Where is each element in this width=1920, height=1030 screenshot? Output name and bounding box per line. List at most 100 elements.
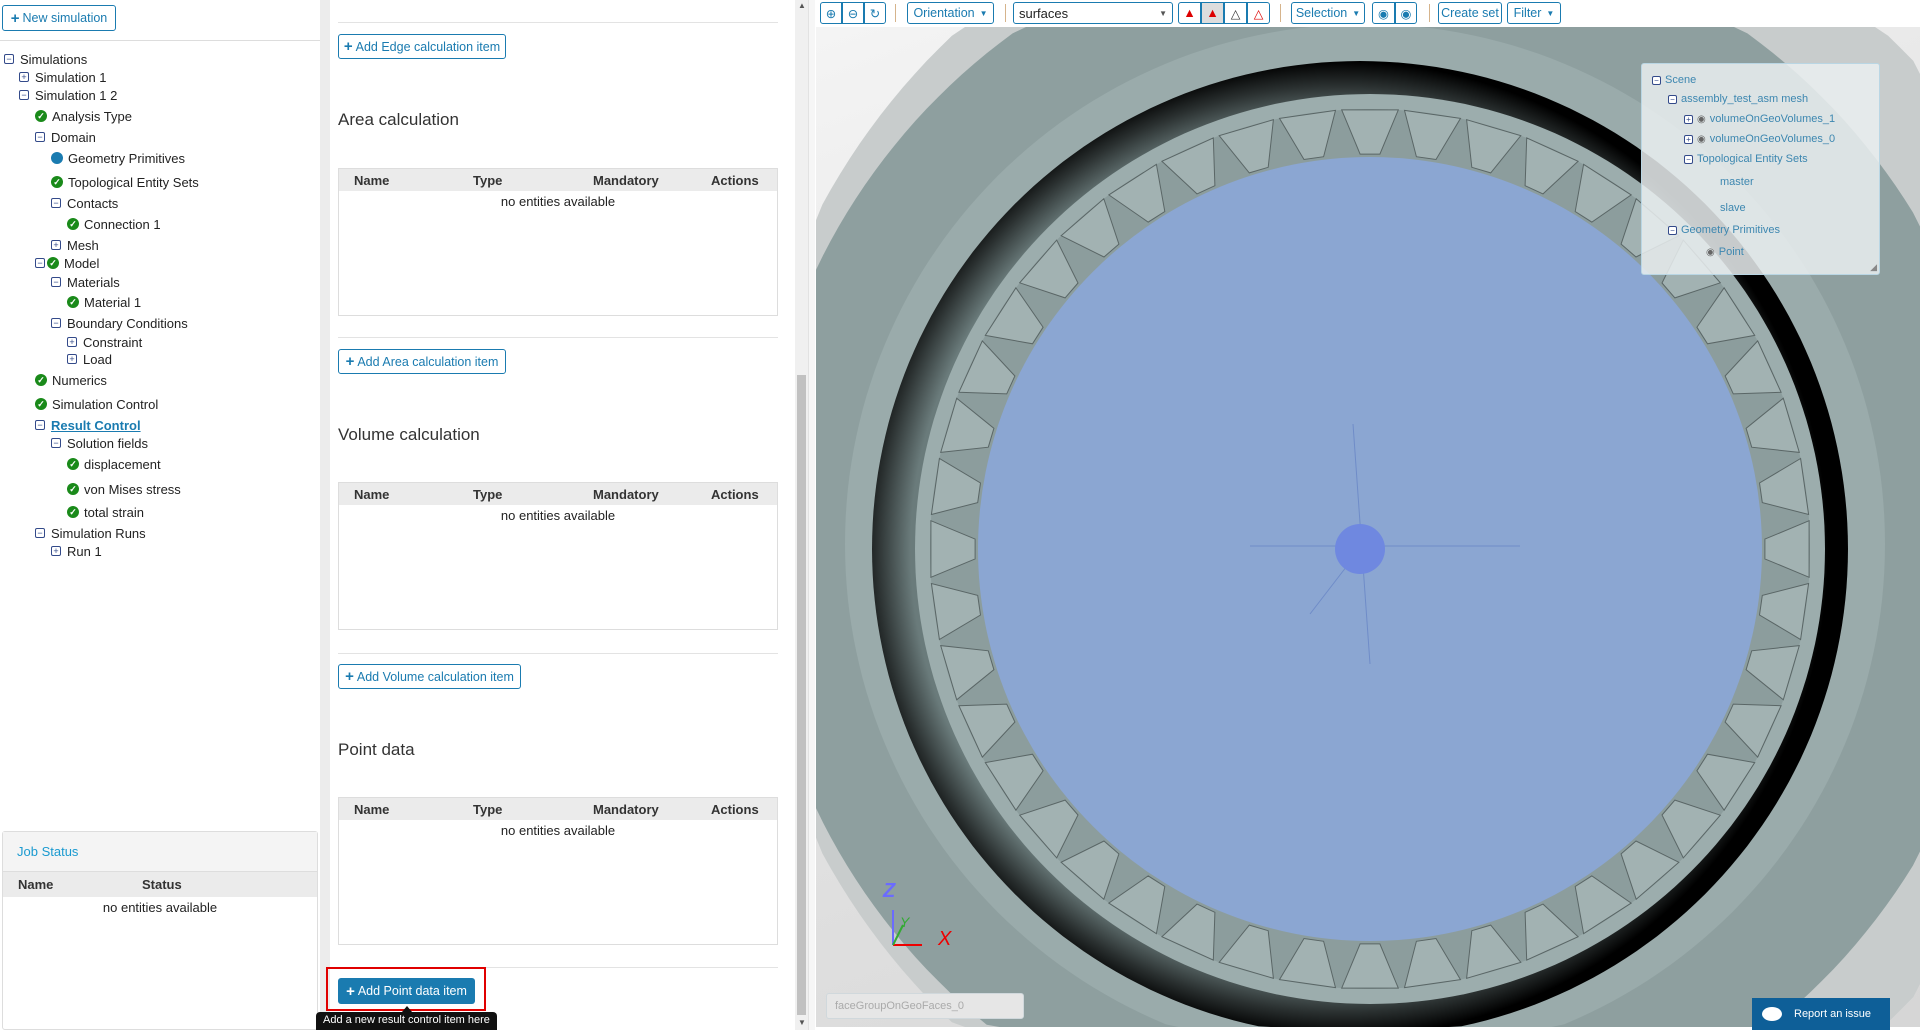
hide-button[interactable]: ◉ [1372, 2, 1395, 24]
tree-item-label: Domain [51, 129, 96, 145]
add-item-button[interactable]: + Add Volume calculation item [338, 664, 521, 689]
expand-icon[interactable]: + [67, 337, 77, 347]
separator [1429, 4, 1430, 22]
table-header: Name Type Mandatory Actions [339, 798, 777, 820]
scroll-up-icon[interactable]: ▲ [798, 1, 806, 10]
collapse-icon[interactable]: − [51, 198, 61, 208]
points-view-button[interactable]: △ [1247, 2, 1270, 24]
orientation-dropdown[interactable]: Orientation ▼ [907, 2, 994, 24]
tree-item[interactable]: − Simulations [4, 50, 87, 68]
scene-slave[interactable]: slave [1720, 202, 1746, 214]
add-item-button[interactable]: + Add Area calculation item [338, 349, 506, 374]
tree-item[interactable]: − Contacts [51, 194, 118, 212]
tree-item[interactable]: ✓ Numerics [35, 371, 107, 389]
tree-item[interactable]: ✓ Simulation Control [35, 395, 158, 413]
tree-item[interactable]: − ✓ Model [35, 254, 99, 272]
tree-item[interactable]: − Simulation 1 2 [19, 86, 117, 104]
tree-item[interactable]: ✓ displacement [67, 455, 161, 473]
collapse-icon[interactable]: − [35, 528, 45, 538]
scroll-down-icon[interactable]: ▼ [798, 1018, 806, 1028]
column-header: Type [473, 801, 503, 817]
check-circle-icon: ✓ [47, 257, 59, 269]
tree-item-label: Result Control [51, 417, 141, 433]
tree-item[interactable]: − Boundary Conditions [51, 314, 188, 332]
new-simulation-button[interactable]: + New simulation [2, 5, 116, 31]
zoom-in-button[interactable]: ⊕ [820, 2, 842, 24]
tree-item[interactable]: − Materials [51, 273, 120, 291]
expand-icon[interactable]: + [67, 354, 77, 364]
splitter[interactable] [808, 0, 815, 1030]
face-label-field[interactable]: faceGroupOnGeoFaces_0 [826, 993, 1024, 1019]
collapse-icon[interactable]: − [35, 258, 45, 268]
eye-icon[interactable]: ◉ [1706, 247, 1715, 258]
show-button[interactable]: ◉ [1395, 2, 1417, 24]
tree-item[interactable]: − Solution fields [51, 434, 148, 452]
tree-item[interactable]: ✓ Material 1 [67, 293, 141, 311]
solid-view-button[interactable]: ▲ [1178, 2, 1201, 24]
check-circle-icon: ✓ [35, 374, 47, 386]
tree-item[interactable]: + Simulation 1 [19, 68, 107, 86]
tree-item-label: Simulation 1 2 [35, 87, 118, 103]
report-issue-button[interactable]: Report an issue [1752, 998, 1890, 1030]
tree-item[interactable]: + Mesh [51, 236, 99, 254]
tree-item[interactable]: ✓ total strain [67, 503, 144, 521]
tree-item[interactable]: − Simulation Runs [35, 524, 146, 542]
caret-down-icon: ▼ [1159, 8, 1167, 18]
collapse-icon[interactable]: − [51, 438, 61, 448]
tree-item[interactable]: + Run 1 [51, 542, 102, 560]
sidebar-scrollbar[interactable] [320, 0, 330, 1030]
check-circle-icon: ✓ [67, 506, 79, 518]
collapse-icon[interactable]: − [1668, 94, 1677, 104]
collapse-icon[interactable]: − [51, 277, 61, 287]
check-circle-icon: ✓ [67, 218, 79, 230]
expand-icon[interactable]: + [1684, 134, 1693, 144]
wireframe-view-button[interactable]: △ [1224, 2, 1247, 24]
collapse-icon[interactable]: − [1668, 225, 1677, 235]
column-header: Actions [711, 801, 759, 817]
expand-icon[interactable]: + [51, 240, 61, 250]
scene-mesh[interactable]: − assembly_test_asm mesh [1668, 93, 1808, 105]
expand-icon[interactable]: + [51, 546, 61, 556]
collapse-icon[interactable]: − [4, 54, 14, 64]
tree-item[interactable]: ✓ Connection 1 [67, 215, 161, 233]
expand-icon[interactable]: + [1684, 114, 1693, 124]
tree-item[interactable]: + Constraint [67, 333, 142, 351]
tree-item[interactable]: ✓ Topological Entity Sets [51, 173, 199, 191]
create-set-button[interactable]: Create set [1438, 2, 1502, 24]
collapse-icon[interactable]: − [35, 132, 45, 142]
tree-item[interactable]: − Result Control [35, 416, 141, 434]
expand-icon[interactable]: + [19, 72, 29, 82]
scene-volume-0[interactable]: + ◉ volumeOnGeoVolumes_0 [1684, 133, 1835, 145]
add-edge-calculation-button[interactable]: + Add Edge calculation item [338, 34, 506, 59]
tree-item[interactable]: Geometry Primitives [51, 149, 185, 167]
eye-icon[interactable]: ◉ [1697, 134, 1706, 145]
scene-geometry-primitives[interactable]: − Geometry Primitives [1668, 224, 1780, 236]
filter-dropdown[interactable]: Filter ▼ [1507, 2, 1561, 24]
eye-icon[interactable]: ◉ [1697, 114, 1706, 125]
collapse-icon[interactable]: − [35, 420, 45, 430]
scene-volume-1[interactable]: + ◉ volumeOnGeoVolumes_1 [1684, 113, 1835, 125]
reset-view-button[interactable]: ↻ [864, 2, 886, 24]
solid-edges-view-button[interactable]: ▲ [1201, 2, 1224, 24]
collapse-icon[interactable]: − [1652, 75, 1661, 85]
scrollbar-thumb[interactable] [797, 375, 806, 1015]
eye-slash-icon: ◉ [1378, 6, 1389, 21]
add-point-data-button[interactable]: + Add Point data item [338, 978, 475, 1004]
tree-item[interactable]: ✓ Analysis Type [35, 107, 132, 125]
collapse-icon[interactable]: − [51, 318, 61, 328]
main-scrollbar[interactable]: ▲ ▼ [795, 0, 808, 1030]
collapse-icon[interactable]: − [1684, 154, 1693, 164]
scene-point[interactable]: ◉ Point [1706, 246, 1744, 258]
zoom-out-button[interactable]: ⊖ [842, 2, 864, 24]
collapse-icon[interactable]: − [19, 90, 29, 100]
scene-master[interactable]: master [1720, 176, 1754, 188]
resize-handle-icon[interactable]: ◢ [1870, 262, 1877, 273]
divider [0, 40, 320, 41]
render-mode-select[interactable]: surfaces ▼ [1013, 2, 1173, 24]
scene-root[interactable]: − Scene [1652, 74, 1696, 86]
tree-item[interactable]: ✓ von Mises stress [67, 480, 181, 498]
tree-item[interactable]: + Load [67, 350, 112, 368]
tree-item[interactable]: − Domain [35, 128, 96, 146]
scene-topological-sets[interactable]: − Topological Entity Sets [1684, 153, 1808, 165]
selection-dropdown[interactable]: Selection ▼ [1291, 2, 1365, 24]
